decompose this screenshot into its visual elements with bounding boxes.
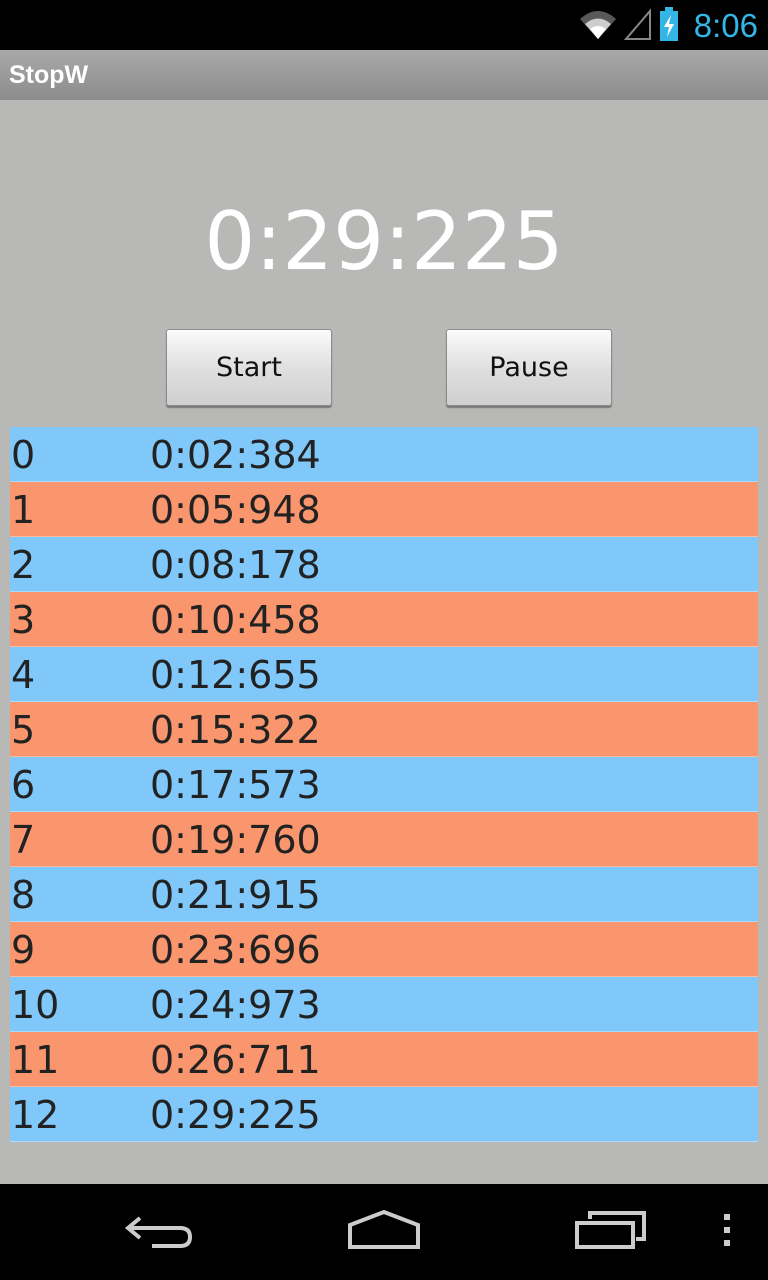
lap-time: 0:24:973 (150, 983, 321, 1027)
lap-index: 2 (11, 543, 36, 587)
lap-index: 7 (11, 818, 36, 862)
battery-charging-icon (658, 6, 680, 47)
overflow-menu-button[interactable] (702, 1202, 752, 1262)
lap-row[interactable]: 4 0:12:655 (10, 647, 758, 702)
lap-time: 0:08:178 (150, 543, 321, 587)
back-icon (124, 1210, 196, 1255)
lap-index: 6 (11, 763, 36, 807)
start-button[interactable]: Start (166, 329, 332, 406)
lap-index: 9 (11, 928, 36, 972)
lap-time: 0:12:655 (150, 653, 321, 697)
lap-time: 0:05:948 (150, 488, 321, 532)
lap-row[interactable]: 8 0:21:915 (10, 867, 758, 922)
lap-list: 0 0:02:384 1 0:05:948 2 0:08:178 3 0:10:458 4 0:1… (10, 427, 758, 1142)
lap-index: 11 (11, 1038, 60, 1082)
back-button[interactable] (115, 1202, 205, 1262)
lap-row[interactable]: 12 0:29:225 (10, 1087, 758, 1142)
status-bar: 8:06 (0, 0, 768, 50)
pause-button[interactable]: Pause (446, 329, 612, 406)
stopwatch-display: 0:29:225 (204, 195, 564, 288)
navigation-bar (0, 1184, 768, 1280)
recent-apps-icon (574, 1209, 646, 1256)
lap-time: 0:17:573 (150, 763, 321, 807)
lap-row[interactable]: 6 0:17:573 (10, 757, 758, 812)
lap-row[interactable]: 2 0:08:178 (10, 537, 758, 592)
lap-time: 0:23:696 (150, 928, 321, 972)
lap-row[interactable]: 10 0:24:973 (10, 977, 758, 1032)
lap-index: 4 (11, 653, 36, 697)
lap-row[interactable]: 5 0:15:322 (10, 702, 758, 757)
cell-signal-icon (623, 7, 652, 46)
home-icon (346, 1209, 422, 1256)
lap-time: 0:02:384 (150, 433, 321, 477)
wifi-icon (578, 7, 618, 46)
lap-index: 8 (11, 873, 36, 917)
status-icons: 8:06 (578, 6, 758, 46)
lap-time: 0:21:915 (150, 873, 321, 917)
lap-row[interactable]: 1 0:05:948 (10, 482, 758, 537)
lap-row[interactable]: 3 0:10:458 (10, 592, 758, 647)
lap-time: 0:19:760 (150, 818, 321, 862)
status-time: 8:06 (693, 7, 758, 44)
lap-index: 3 (11, 598, 36, 642)
lap-index: 5 (11, 708, 36, 752)
lap-time: 0:15:322 (150, 708, 321, 752)
home-button[interactable] (339, 1202, 429, 1262)
lap-index: 10 (11, 983, 60, 1027)
main-content: 0:29:225 Start Pause 0 0:02:384 1 0:05:948 2… (0, 100, 768, 1184)
lap-time: 0:29:225 (150, 1093, 321, 1137)
overflow-menu-icon (722, 1210, 732, 1255)
lap-row[interactable]: 9 0:23:696 (10, 922, 758, 977)
app-title: StopW (9, 61, 89, 89)
lap-row[interactable]: 7 0:19:760 (10, 812, 758, 867)
lap-time: 0:10:458 (150, 598, 321, 642)
lap-time: 0:26:711 (150, 1038, 321, 1082)
lap-index: 12 (11, 1093, 60, 1137)
lap-index: 0 (11, 433, 36, 477)
recent-apps-button[interactable] (565, 1202, 655, 1262)
action-bar: StopW (0, 50, 768, 100)
lap-row[interactable]: 0 0:02:384 (10, 427, 758, 482)
lap-index: 1 (11, 488, 36, 532)
lap-row[interactable]: 11 0:26:711 (10, 1032, 758, 1087)
